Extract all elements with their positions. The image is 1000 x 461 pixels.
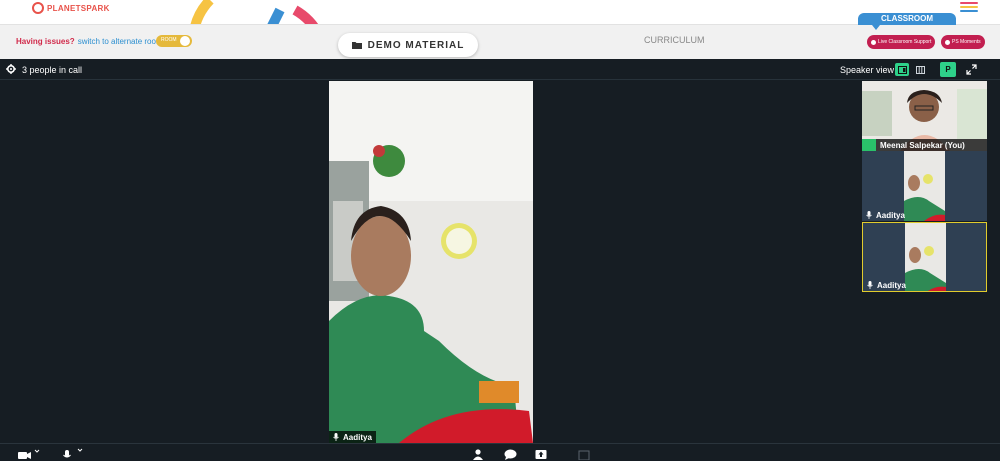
mic-icon xyxy=(866,211,872,219)
brand-logo[interactable]: PLANETSPARK xyxy=(32,2,110,14)
tab-curriculum[interactable]: CURRICULUM xyxy=(644,35,705,45)
self-nametag: Meenal Salpekar (You) xyxy=(876,139,987,151)
call-toolbar xyxy=(0,443,1000,461)
status-indicator xyxy=(862,139,876,151)
chat-icon[interactable] xyxy=(504,448,517,460)
issues-question: Having issues? xyxy=(16,37,75,46)
toggle-knob xyxy=(180,36,190,46)
switch-room-link[interactable]: switch to alternate room xyxy=(78,37,163,46)
live-support-label: Live Classroom Support xyxy=(878,39,932,45)
live-support-button[interactable]: Live Classroom Support xyxy=(867,35,936,49)
call-area: 3 people in call Speaker view P Aaditya … xyxy=(0,59,1000,461)
folder-icon xyxy=(351,42,362,49)
speaker-view-button[interactable] xyxy=(895,63,909,76)
brand-name: PLANETSPARK xyxy=(47,3,110,13)
user-avatar[interactable]: P xyxy=(940,62,956,77)
speaker-view-icon xyxy=(897,65,907,74)
mic-toggle-icon[interactable] xyxy=(62,448,86,460)
main-speaker-nametag: Aaditya xyxy=(329,431,376,443)
toggle-label: ROOM xyxy=(161,37,177,43)
main-speaker-video: Aaditya xyxy=(329,81,533,443)
ps-moments-label: PS Moments xyxy=(952,39,981,45)
speaker-video-frame xyxy=(329,81,533,443)
demo-material-label: DEMO MATERIAL xyxy=(367,39,465,51)
support-icon xyxy=(871,39,876,45)
alternate-room-toggle[interactable]: ROOM xyxy=(156,35,192,47)
demo-material-button[interactable]: DEMO MATERIAL xyxy=(338,33,478,57)
self-name: Meenal Salpekar (You) xyxy=(880,140,965,150)
aaditya-nametag: Aaditya xyxy=(862,209,987,221)
aaditya-name-2: Aaditya xyxy=(877,280,906,290)
gear-icon[interactable] xyxy=(6,64,16,74)
mic-icon xyxy=(333,433,339,441)
fullscreen-icon[interactable] xyxy=(966,64,977,75)
camera-icon[interactable] xyxy=(18,448,42,460)
whiteboard-icon[interactable] xyxy=(578,448,590,460)
participants-icon[interactable] xyxy=(472,448,484,460)
share-screen-icon[interactable] xyxy=(535,448,547,460)
top-bar: PLANETSPARK xyxy=(0,0,1000,73)
grid-view-button[interactable] xyxy=(913,63,927,76)
logo-icon xyxy=(32,2,44,14)
tab-classroom[interactable]: CLASSROOM xyxy=(858,13,956,25)
app-window: { "brand": { "name": "PLANETSPARK" }, "h… xyxy=(0,0,1000,461)
view-label: Speaker view xyxy=(840,65,895,75)
aaditya-name: Aaditya xyxy=(876,210,905,220)
participant-tile-aaditya[interactable]: Aaditya xyxy=(862,151,987,221)
issues-notice: Having issues? switch to alternate room xyxy=(16,37,163,46)
ps-moments-button[interactable]: PS Moments xyxy=(941,35,985,49)
participant-tile-aaditya-active[interactable]: Aaditya xyxy=(862,222,987,292)
hamburger-icon[interactable] xyxy=(960,2,978,14)
classroom-caret xyxy=(872,25,880,30)
mic-icon xyxy=(867,281,873,289)
grid-view-icon xyxy=(915,65,925,74)
main-speaker-name: Aaditya xyxy=(343,432,372,442)
participant-tile-self[interactable]: Meenal Salpekar (You) xyxy=(862,81,987,151)
call-header: 3 people in call Speaker view P xyxy=(0,59,1000,80)
aaditya-nametag-2: Aaditya xyxy=(863,279,986,291)
participant-count: 3 people in call xyxy=(22,65,83,75)
moments-icon xyxy=(945,39,950,45)
